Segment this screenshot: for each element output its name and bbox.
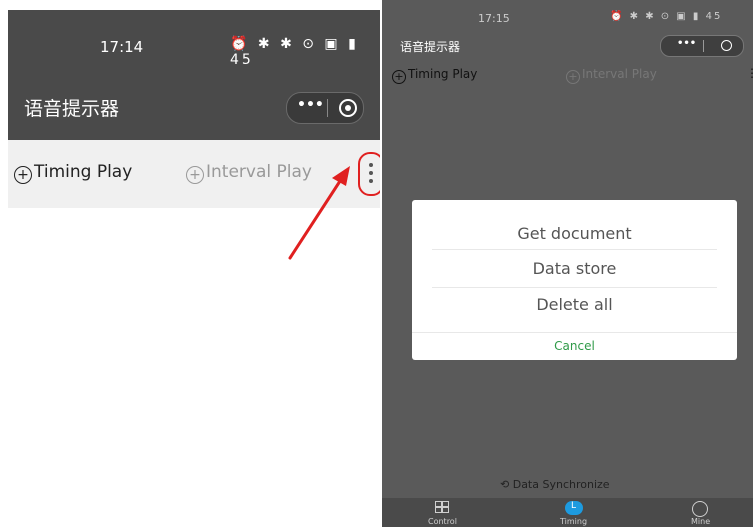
control-grid-icon[interactable]	[435, 501, 449, 513]
capsule-close-icon[interactable]	[721, 40, 732, 51]
dot	[369, 179, 373, 183]
bottom-navigation: Control Timing Mine	[382, 498, 753, 527]
tab-timing-play[interactable]: + Timing Play	[392, 67, 477, 84]
menu-item-data-store[interactable]: Data store	[432, 259, 717, 278]
menu-item-delete-all[interactable]: Delete all	[432, 295, 717, 314]
status-bar: 17:15 ⏰ ✱ ✱ ⊙ ▣ ▮ 45	[382, 0, 753, 30]
plus-circle-icon: +	[392, 70, 406, 84]
tab-timing-play[interactable]: + Timing Play	[14, 162, 132, 184]
plus-circle-icon: +	[14, 166, 32, 184]
plus-circle-icon: +	[186, 166, 204, 184]
plus-circle-icon: +	[566, 70, 580, 84]
more-menu-icon[interactable]: ⋮	[746, 66, 753, 80]
right-phone-screen: 17:15 ⏰ ✱ ✱ ⊙ ▣ ▮ 45 语音提示器 ••• + Timing P…	[382, 0, 753, 527]
divider	[432, 249, 717, 250]
timing-clock-icon[interactable]	[565, 501, 583, 515]
tab-timing-label: Timing Play	[34, 162, 133, 182]
miniprogram-capsule[interactable]: •••	[286, 92, 364, 124]
sync-label: Data Synchronize	[512, 478, 610, 491]
nav-bar: 语音提示器 •••	[8, 72, 380, 140]
capsule-more-icon[interactable]: •••	[297, 97, 324, 113]
mine-user-icon[interactable]	[692, 501, 708, 517]
status-time: 17:14	[100, 38, 144, 56]
status-icons: ⏰ ✱ ✱ ⊙ ▣ ▮ 45	[230, 36, 359, 68]
tab-timing-label: Timing Play	[408, 67, 478, 81]
miniprogram-capsule[interactable]: •••	[660, 35, 744, 57]
dot	[369, 171, 373, 175]
divider	[432, 287, 717, 288]
data-synchronize-button[interactable]: ⟲ Data Synchronize	[500, 478, 610, 491]
tab-interval-play[interactable]: + Interval Play	[186, 162, 312, 184]
tab-interval-play[interactable]: + Interval Play	[566, 67, 657, 84]
action-sheet-dialog: Get document Data store Delete all Cance…	[412, 200, 737, 360]
capsule-divider	[703, 40, 704, 52]
status-time: 17:15	[478, 12, 510, 25]
capsule-close-icon[interactable]	[339, 99, 357, 117]
nav-control-label[interactable]: Control	[428, 517, 457, 526]
status-icons: ⏰ ✱ ✱ ⊙ ▣ ▮ 45	[610, 11, 723, 22]
tab-interval-label: Interval Play	[582, 67, 657, 81]
more-menu-button[interactable]	[358, 152, 380, 196]
nav-timing-label[interactable]: Timing	[560, 517, 587, 526]
dot	[369, 163, 373, 167]
page-title: 语音提示器	[400, 40, 461, 54]
capsule-divider	[327, 99, 328, 117]
tab-bar: + Timing Play + Interval Play	[8, 140, 380, 208]
tab-interval-label: Interval Play	[206, 162, 312, 182]
left-phone-screen: 17:14 ⏰ ✱ ✱ ⊙ ▣ ▮ 45 语音提示器 ••• + Timing P…	[8, 10, 380, 527]
capsule-more-icon[interactable]: •••	[677, 38, 696, 49]
nav-mine-label[interactable]: Mine	[691, 517, 710, 526]
sync-icon: ⟲	[500, 478, 513, 491]
cancel-button[interactable]: Cancel	[412, 339, 737, 353]
divider	[412, 332, 737, 333]
nav-bar: 语音提示器 •••	[382, 30, 753, 62]
page-title: 语音提示器	[24, 98, 120, 120]
menu-item-get-document[interactable]: Get document	[432, 224, 717, 243]
status-bar: 17:14 ⏰ ✱ ✱ ⊙ ▣ ▮ 45	[8, 10, 380, 72]
